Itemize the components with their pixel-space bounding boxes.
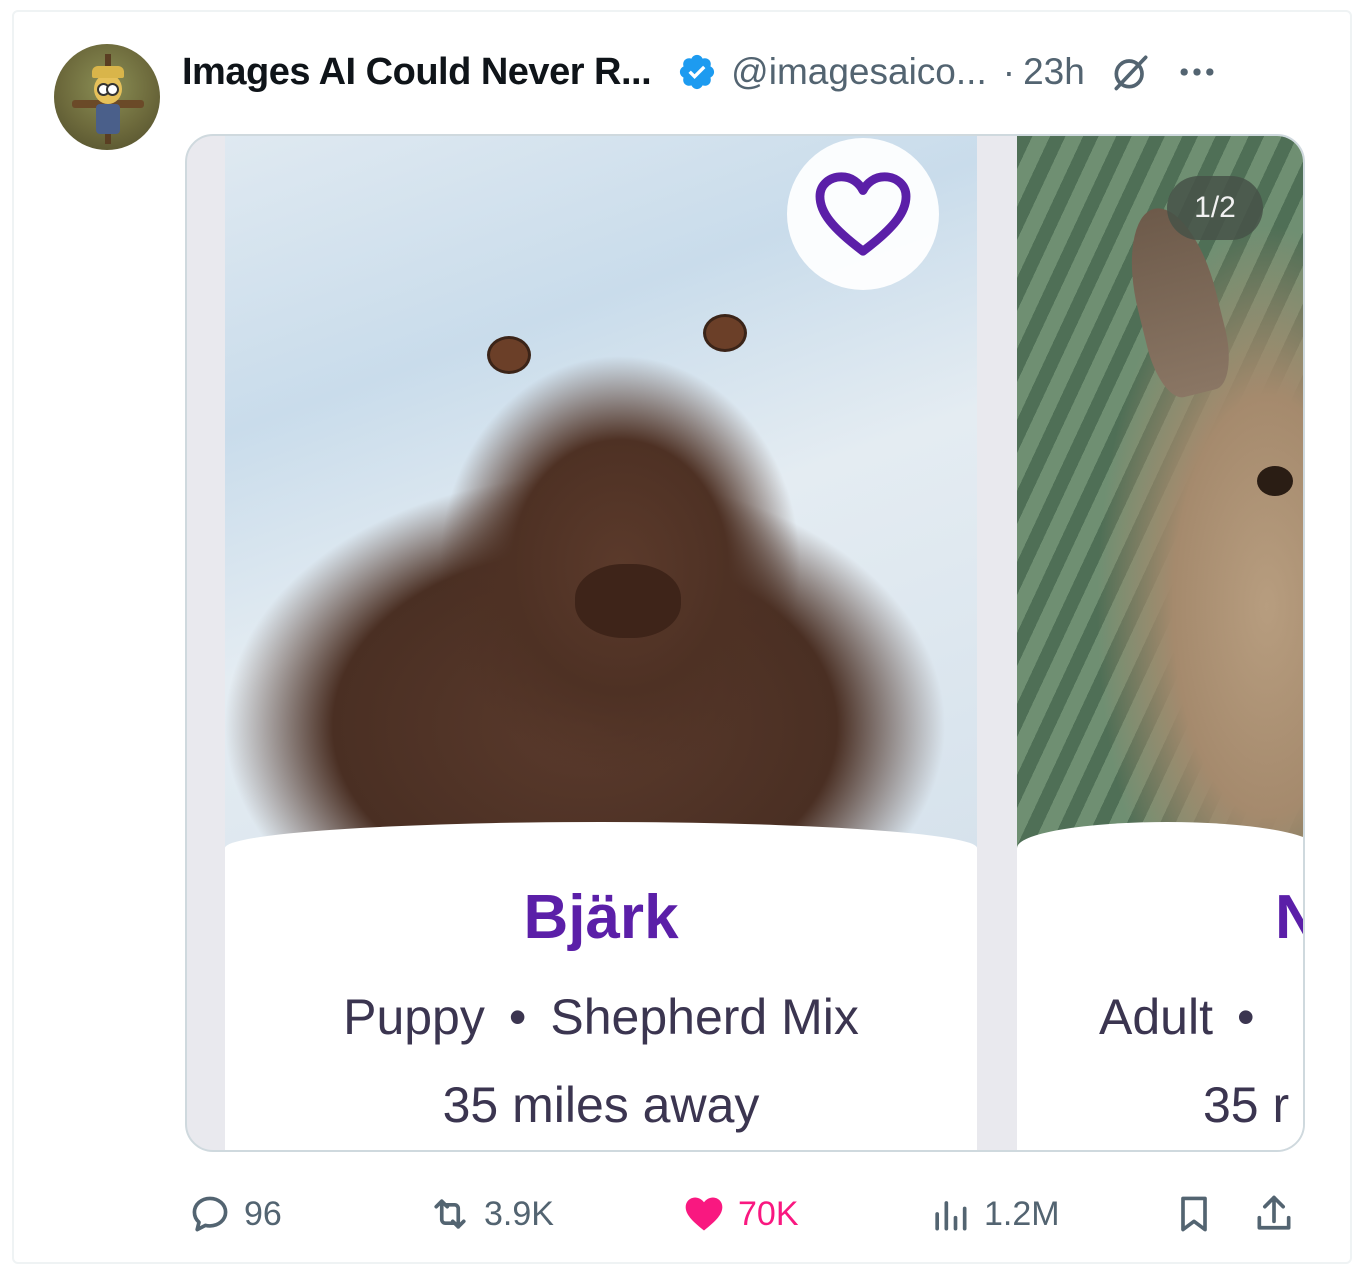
more-options-icon[interactable] bbox=[1175, 50, 1219, 94]
reply-icon bbox=[192, 1196, 228, 1232]
avatar-face bbox=[94, 74, 122, 104]
repost-button[interactable]: 3.9K bbox=[428, 1186, 554, 1242]
post-time[interactable]: 23h bbox=[1023, 51, 1085, 93]
dog-eye bbox=[1257, 466, 1293, 496]
pet-meta: Puppy • Shepherd Mix bbox=[225, 988, 977, 1046]
pet-breed: Shepherd Mix bbox=[550, 989, 859, 1045]
pet-meta-2: Adult • bbox=[1099, 988, 1278, 1046]
action-bar: 96 3.9K 70K 1.2M bbox=[182, 1186, 1304, 1242]
author-display-name[interactable]: Images AI Could Never R... bbox=[182, 51, 652, 94]
meta-dot-2: • bbox=[1236, 989, 1255, 1045]
tweet-media[interactable]: Bjärk Puppy • Shepherd Mix 35 miles away 1… bbox=[185, 134, 1305, 1152]
heart-filled-icon bbox=[685, 1197, 723, 1231]
views-button[interactable]: 1.2M bbox=[928, 1186, 1060, 1242]
avatar-body bbox=[96, 104, 120, 134]
pet-age: Puppy bbox=[343, 989, 485, 1045]
tweet-header: Images AI Could Never R... @imagesaico..… bbox=[182, 46, 1219, 98]
puppy-eye-right bbox=[703, 314, 747, 352]
meta-dot: • bbox=[508, 989, 527, 1045]
adult-dog-photo bbox=[1017, 136, 1303, 856]
share-button[interactable] bbox=[1252, 1186, 1296, 1242]
pet-distance-2: 35 r bbox=[1203, 1077, 1290, 1133]
verified-badge-icon[interactable] bbox=[677, 52, 717, 92]
pet-info-panel: Bjärk Puppy • Shepherd Mix 35 miles away bbox=[225, 822, 977, 1150]
bookmark-button[interactable] bbox=[1172, 1186, 1216, 1242]
header-separator: · bbox=[1002, 51, 1016, 92]
like-count: 70K bbox=[738, 1194, 799, 1233]
media-counter: 1/2 bbox=[1167, 176, 1263, 240]
author-avatar[interactable] bbox=[54, 44, 160, 150]
bookmark-icon bbox=[1181, 1196, 1207, 1232]
puppy-eye-left bbox=[487, 336, 531, 374]
reply-button[interactable]: 96 bbox=[188, 1186, 282, 1242]
favorite-button[interactable] bbox=[787, 138, 939, 290]
pet-card-2[interactable]: 1/2 N Adult • 35 r bbox=[1017, 136, 1303, 1150]
pet-card-1[interactable]: Bjärk Puppy • Shepherd Mix 35 miles away bbox=[225, 136, 977, 1150]
author-handle[interactable]: @imagesaico... bbox=[731, 51, 987, 93]
pet-info-panel-2: N Adult • 35 r bbox=[1017, 822, 1303, 1150]
like-button[interactable]: 70K bbox=[682, 1186, 799, 1242]
reply-count: 96 bbox=[244, 1194, 282, 1233]
pet-age-2: Adult bbox=[1099, 989, 1213, 1045]
share-icon bbox=[1257, 1195, 1291, 1230]
avatar-hat bbox=[92, 66, 124, 78]
repost-icon bbox=[434, 1199, 466, 1229]
heart-outline-icon bbox=[815, 172, 911, 256]
pet-distance: 35 miles away bbox=[442, 1077, 760, 1133]
puppy-nose bbox=[575, 564, 681, 638]
views-chart-icon bbox=[935, 1201, 967, 1231]
grok-icon[interactable] bbox=[1109, 50, 1153, 94]
pet-name-2: N bbox=[1275, 882, 1303, 953]
views-count: 1.2M bbox=[984, 1194, 1060, 1233]
pet-name: Bjärk bbox=[523, 883, 679, 952]
repost-count: 3.9K bbox=[484, 1194, 554, 1233]
